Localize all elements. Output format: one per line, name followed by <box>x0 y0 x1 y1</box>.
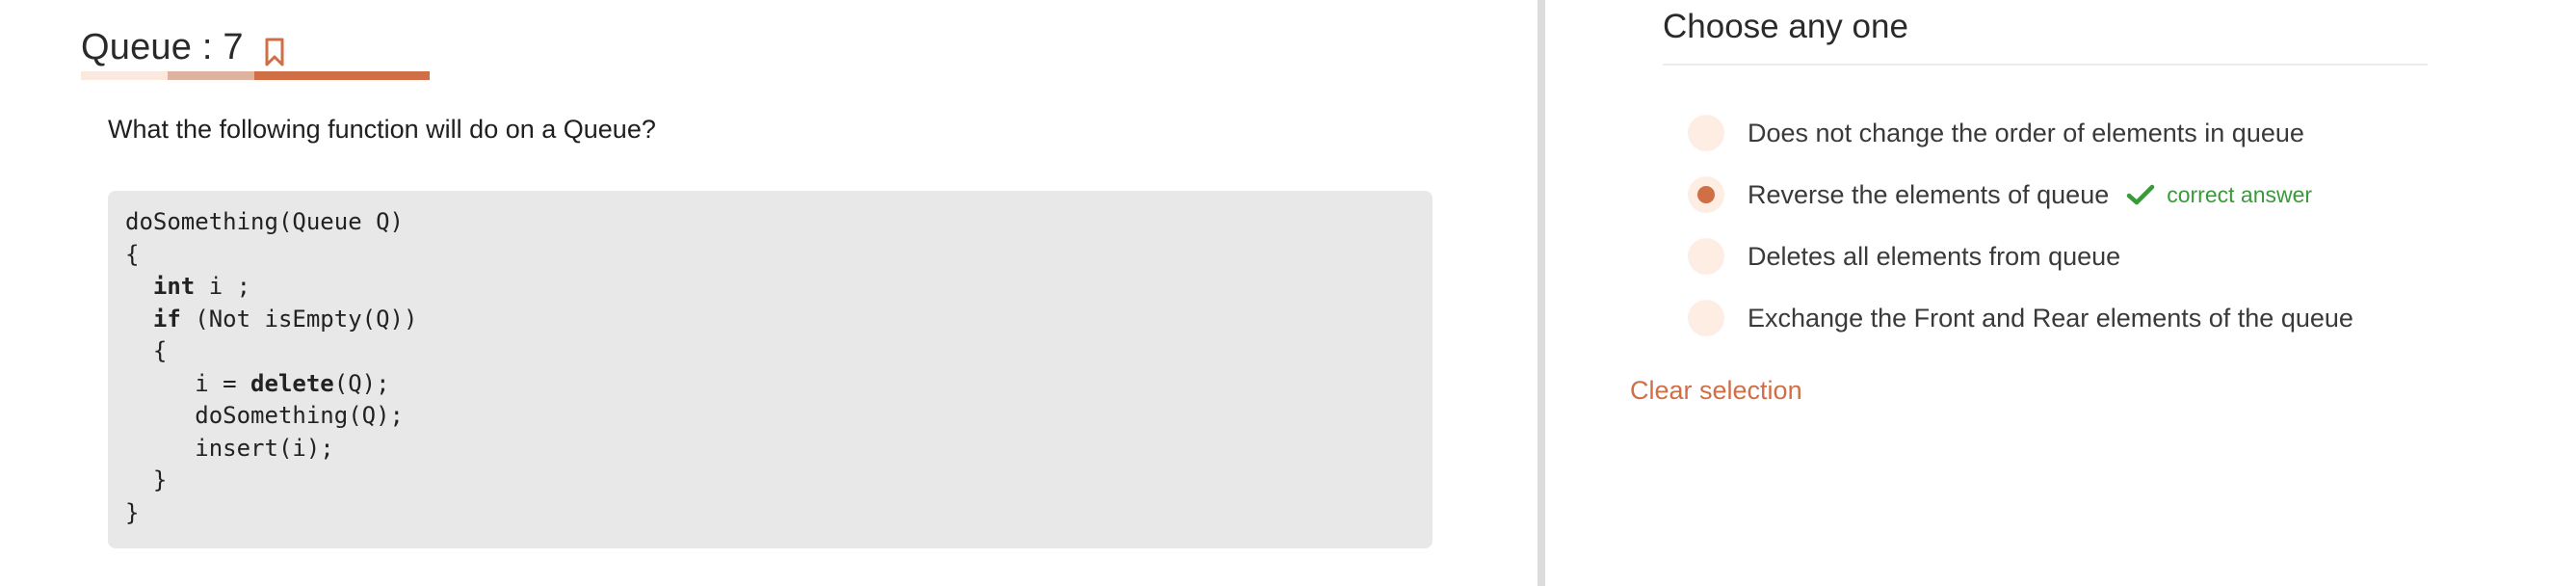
panel-divider[interactable] <box>1538 0 1545 586</box>
code-line: i = delete(Q); <box>125 369 390 397</box>
answer-heading: Choose any one <box>1663 8 1908 45</box>
radio-button[interactable] <box>1688 300 1724 336</box>
check-icon <box>2126 184 2155 205</box>
option-label[interactable]: Deletes all elements from queue <box>1748 242 2120 272</box>
correct-answer-note: correct answer <box>2167 181 2313 207</box>
question-title: Queue : 7 <box>81 27 244 67</box>
radio-button[interactable] <box>1688 115 1724 151</box>
code-line: int i ; <box>152 273 251 300</box>
progress-segment <box>81 71 168 80</box>
code-line: { <box>125 337 168 364</box>
option-item[interactable]: Deletes all elements from queue <box>1688 226 2353 287</box>
option-item[interactable]: Exchange the Front and Rear elements of … <box>1688 287 2353 349</box>
progress-segment <box>254 71 430 80</box>
question-text: What the following function will do on a… <box>108 115 656 144</box>
code-line: doSomething(Q); <box>125 402 404 429</box>
code-line: doSomething(Queue Q) <box>125 208 404 235</box>
option-label[interactable]: Exchange the Front and Rear elements of … <box>1748 304 2353 333</box>
option-item[interactable]: Does not change the order of elements in… <box>1688 102 2353 164</box>
heading-divider <box>1663 64 2428 66</box>
radio-dot <box>1697 186 1715 203</box>
question-header: Queue : 7 <box>81 27 286 68</box>
code-line: { <box>125 240 140 268</box>
clear-selection-button[interactable]: Clear selection <box>1630 376 1802 406</box>
progress-bar <box>81 71 430 80</box>
question-panel: Queue : 7 What the following function wi… <box>0 0 1528 586</box>
radio-button-selected[interactable] <box>1688 176 1724 213</box>
code-line: if (Not isEmpty(Q)) <box>152 305 418 333</box>
code-line: insert(i); <box>125 434 334 462</box>
option-label[interactable]: Reverse the elements of queue <box>1748 180 2109 210</box>
radio-button[interactable] <box>1688 238 1724 275</box>
code-block: doSomething(Queue Q) { int i ; if (Not i… <box>108 191 1433 548</box>
option-item-selected[interactable]: Reverse the elements of queue correct an… <box>1688 164 2353 226</box>
code-line: } <box>125 498 140 526</box>
answer-panel: Choose any one Does not change the order… <box>1545 0 2576 586</box>
option-label[interactable]: Does not change the order of elements in… <box>1748 119 2304 148</box>
progress-segment <box>168 71 254 80</box>
code-line: } <box>125 466 168 493</box>
options-list: Does not change the order of elements in… <box>1688 102 2353 349</box>
bookmark-icon[interactable] <box>263 37 286 67</box>
